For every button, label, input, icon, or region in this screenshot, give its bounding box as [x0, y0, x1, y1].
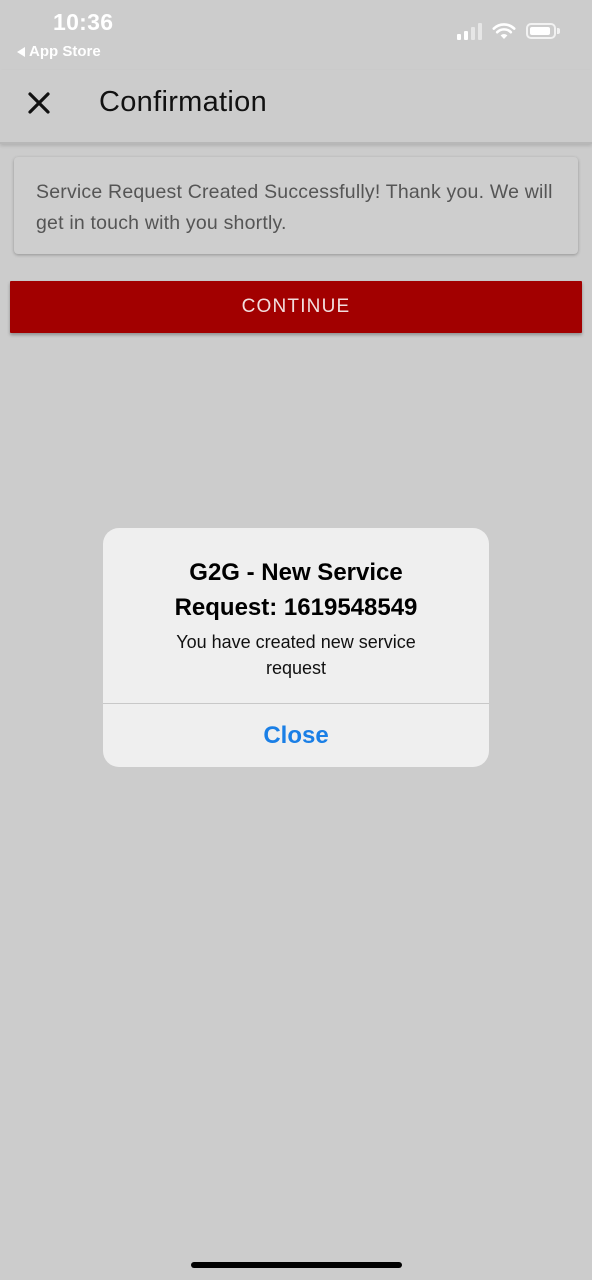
back-to-app-store-link[interactable]: App Store	[17, 43, 101, 60]
page-title: Confirmation	[99, 86, 267, 118]
home-indicator[interactable]	[191, 1262, 402, 1268]
battery-icon	[526, 23, 560, 39]
alert-dialog: G2G - New Service Request: 1619548549 Yo…	[103, 528, 489, 767]
alert-title: G2G - New Service Request: 1619548549	[174, 559, 418, 621]
alert-message: You have created new service request	[176, 632, 416, 678]
alert-body: G2G - New Service Request: 1619548549 Yo…	[103, 528, 489, 703]
back-label: App Store	[29, 43, 101, 60]
confirmation-message-card: Service Request Created Successfully! Th…	[14, 157, 578, 254]
wifi-icon	[492, 23, 516, 39]
confirmation-message: Service Request Created Successfully! Th…	[36, 181, 553, 234]
status-time: 10:36	[53, 9, 114, 35]
alert-close-button[interactable]: Close	[103, 704, 489, 767]
status-bar: 10:36 App Store	[0, 0, 592, 70]
back-triangle-icon	[17, 46, 25, 57]
close-icon[interactable]	[24, 88, 54, 118]
app-header: Confirmation	[0, 70, 592, 144]
cellular-signal-icon	[457, 22, 482, 40]
continue-button[interactable]: CONTINUE	[10, 281, 582, 333]
status-icons	[457, 22, 560, 40]
